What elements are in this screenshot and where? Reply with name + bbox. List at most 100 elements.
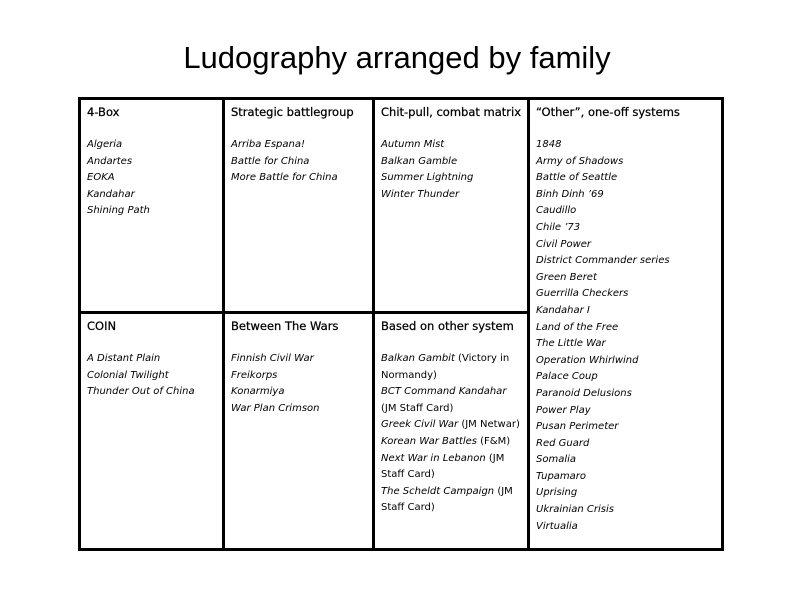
game-entry: Binh Dinh ’69	[536, 187, 715, 204]
family-heading: COIN	[87, 319, 117, 333]
game-title: BCT Command Kandahar	[381, 386, 507, 398]
game-title: Army of Shadows	[536, 155, 624, 167]
game-entry: Autumn Mist	[381, 137, 521, 154]
game-title: Winter Thunder	[381, 188, 460, 200]
game-note: (JM Netwar)	[458, 419, 520, 431]
game-title: Land of the Free	[536, 321, 619, 333]
game-entry: Ukrainian Crisis	[536, 502, 715, 519]
family-heading: Chit-pull, combat matrix	[381, 105, 522, 119]
game-title: Tupamaro	[536, 470, 587, 482]
game-entry: Land of the Free	[536, 320, 715, 337]
game-title: Konarmiya	[231, 386, 285, 398]
game-note: (F&M)	[476, 435, 511, 447]
family-table: 4-Box Algeria Andartes EOKA Kandahar Shining…	[78, 97, 724, 551]
game-title: Civil Power	[536, 238, 592, 250]
game-entry: Konarmiya	[231, 384, 366, 401]
game-title: Korean War Battles	[381, 435, 477, 447]
game-title: EOKA	[87, 172, 115, 184]
game-title: Colonial Twilight	[87, 369, 169, 381]
family-cell-coin: COIN A Distant Plain Colonial Twilight Thu…	[81, 314, 222, 548]
game-entry: Arriba Espana!	[231, 137, 366, 154]
game-entry: Thunder Out of China	[87, 384, 216, 401]
game-title: Balkan Gamble	[381, 155, 458, 167]
game-title: Binh Dinh ’69	[536, 188, 604, 200]
game-title: Green Beret	[536, 271, 597, 283]
game-entry: Winter Thunder	[381, 187, 521, 204]
game-entry: Colonial Twilight	[87, 368, 216, 385]
game-title: Kandahar I	[536, 304, 590, 316]
game-title: Autumn Mist	[381, 139, 445, 150]
game-entry: Somalia	[536, 452, 715, 469]
game-title: Power Play	[536, 404, 591, 416]
game-entry: District Commander series	[536, 253, 715, 270]
game-title: Operation Whirlwind	[536, 354, 639, 366]
game-title: Freikorps	[231, 369, 278, 381]
game-entry: Tupamaro	[536, 469, 715, 486]
game-title: Caudillo	[536, 205, 577, 217]
game-title: District Commander series	[536, 255, 670, 267]
game-entry: Balkan Gamble	[381, 154, 521, 171]
game-entry: Andartes	[87, 154, 216, 171]
game-entry: Greek Civil War (JM Netwar)	[381, 417, 521, 434]
family-heading: “Other”, one-off systems	[536, 105, 680, 119]
game-entry: Paranoid Delusions	[536, 386, 715, 403]
game-title: Chile ’73	[536, 221, 581, 233]
family-heading: Based on other system	[381, 319, 514, 333]
slide-title: Ludography arranged by family	[183, 40, 611, 75]
game-entry: Kandahar	[87, 187, 216, 204]
game-title: 1848	[536, 139, 562, 150]
game-title: Somalia	[536, 454, 577, 466]
game-list: A Distant Plain Colonial Twilight Thunder …	[87, 351, 216, 401]
game-title: The Scheldt Campaign	[381, 485, 495, 497]
family-heading: 4-Box	[87, 105, 120, 119]
game-list: Finnish Civil War Freikorps Konarmiya War P…	[231, 351, 366, 417]
game-entry: The Scheldt Campaign (JM Staff Card)	[381, 484, 521, 517]
game-list: Arriba Espana! Battle for China More Battl…	[231, 137, 366, 187]
game-entry: Algeria	[87, 137, 216, 154]
game-entry: Next War in Lebanon (JM Staff Card)	[381, 451, 521, 484]
game-title: Balkan Gambit	[381, 353, 455, 364]
family-cell-based-on-other-system: Based on other system Balkan Gambit (Vic…	[375, 314, 527, 548]
game-entry: Army of Shadows	[536, 154, 715, 171]
game-entry: Pusan Perimeter	[536, 419, 715, 436]
game-entry: More Battle for China	[231, 170, 366, 187]
family-cell-strategic-battlegroup: Strategic battlegroup Arriba Espana! Batt…	[225, 100, 372, 311]
game-list: Autumn Mist Balkan Gamble Summer Lightning…	[381, 137, 521, 203]
game-title: Uprising	[536, 487, 578, 499]
game-entry: Battle for China	[231, 154, 366, 171]
game-entry: Power Play	[536, 403, 715, 420]
game-entry: Operation Whirlwind	[536, 353, 715, 370]
game-entry: BCT Command Kandahar (JM Staff Card)	[381, 384, 521, 417]
game-title: Thunder Out of China	[87, 386, 195, 398]
game-title: Red Guard	[536, 437, 590, 449]
game-entry: 1848	[536, 137, 715, 154]
game-title: More Battle for China	[231, 172, 338, 184]
game-entry: War Plan Crimson	[231, 401, 366, 418]
game-entry: A Distant Plain	[87, 351, 216, 368]
game-entry: Uprising	[536, 485, 715, 502]
game-entry: EOKA	[87, 170, 216, 187]
game-entry: Summer Lightning	[381, 170, 521, 187]
game-entry: Guerrilla Checkers	[536, 286, 715, 303]
game-note: (JM Staff Card)	[381, 402, 454, 414]
game-title: War Plan Crimson	[231, 402, 320, 414]
game-title: Palace Coup	[536, 371, 598, 383]
game-title: Finnish Civil War	[231, 353, 314, 364]
family-cell-chit-pull: Chit-pull, combat matrix Autumn Mist Balk…	[375, 100, 527, 311]
game-list: Algeria Andartes EOKA Kandahar Shining Path	[87, 137, 216, 220]
family-cell-other-systems: “Other”, one-off systems 1848 Army of Sha…	[530, 100, 721, 548]
game-entry: Red Guard	[536, 436, 715, 453]
family-cell-between-the-wars: Between The Wars Finnish Civil War Freiko…	[225, 314, 372, 548]
game-title: Greek Civil War	[381, 419, 459, 431]
game-title: Summer Lightning	[381, 172, 474, 184]
game-entry: Green Beret	[536, 270, 715, 287]
game-list: Balkan Gambit (Victory in Normandy) BCT C…	[381, 351, 521, 517]
game-title: Shining Path	[87, 205, 150, 217]
game-entry: Kandahar I	[536, 303, 715, 320]
game-title: Algeria	[87, 139, 123, 150]
game-entry: Palace Coup	[536, 369, 715, 386]
game-title: Paranoid Delusions	[536, 387, 632, 399]
game-entry: Finnish Civil War	[231, 351, 366, 368]
game-title: Battle of Seattle	[536, 172, 618, 184]
game-entry: Battle of Seattle	[536, 170, 715, 187]
